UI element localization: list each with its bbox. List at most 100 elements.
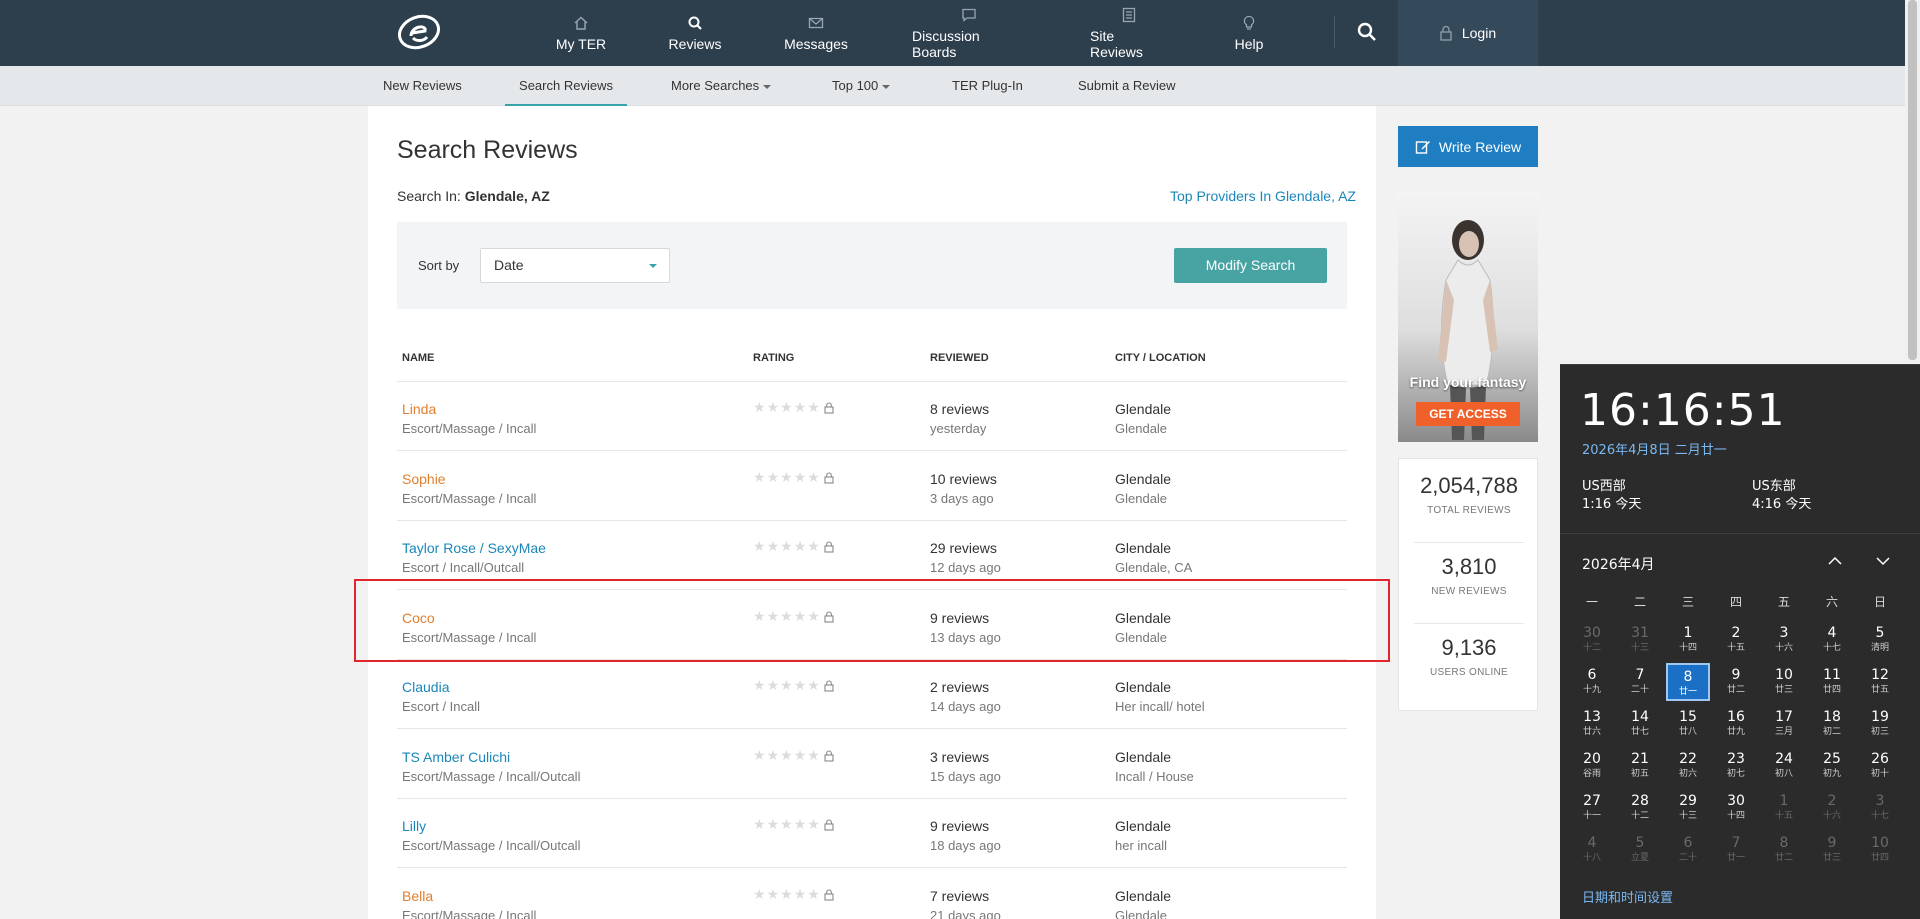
calendar-day[interactable]: 5 清明: [1858, 621, 1902, 659]
city: Glendale: [1115, 471, 1172, 487]
calendar-day[interactable]: 27 十一: [1570, 789, 1614, 827]
header-name: NAME: [402, 352, 435, 364]
calendar-day[interactable]: 24 初八: [1762, 747, 1806, 785]
star-icon: ★: [780, 678, 793, 694]
chevron-up-icon[interactable]: [1825, 551, 1845, 571]
provider-name-link[interactable]: Claudia: [402, 679, 449, 695]
lunar-date: 初六: [1678, 769, 1697, 779]
calendar-day[interactable]: 8 廿二: [1762, 831, 1806, 869]
provider-name-link[interactable]: Taylor Rose / SexyMae: [402, 540, 546, 556]
login-button[interactable]: Login: [1398, 0, 1538, 66]
calendar-day[interactable]: 3 十七: [1858, 789, 1902, 827]
calendar-day[interactable]: 17 三月: [1762, 705, 1806, 743]
chevron-down-icon[interactable]: [1873, 551, 1893, 571]
lunar-date: 廿二: [1774, 853, 1793, 863]
calendar-day[interactable]: 26 初十: [1858, 747, 1902, 785]
calendar-day[interactable]: 1 十四: [1666, 621, 1710, 659]
calendar-day[interactable]: 11 廿四: [1810, 663, 1854, 701]
subnav-new-reviews[interactable]: New Reviews: [383, 66, 462, 106]
subnav-search-reviews[interactable]: Search Reviews: [505, 66, 627, 106]
calendar-day[interactable]: 6 十九: [1570, 663, 1614, 701]
calendar-day[interactable]: 4 十八: [1570, 831, 1614, 869]
nav-site-reviews[interactable]: Site Reviews: [1090, 0, 1168, 66]
calendar-day[interactable]: 19 初三: [1858, 705, 1902, 743]
provider-type: Escort/Massage / Incall: [402, 630, 537, 645]
lunar-date: 廿一: [1678, 687, 1697, 697]
star-icon: ★: [766, 748, 780, 764]
subnav-submit-review[interactable]: Submit a Review: [1078, 66, 1176, 106]
nav-messages[interactable]: Messages: [784, 0, 848, 66]
provider-name-link[interactable]: Sophie: [402, 471, 446, 487]
search-icon[interactable]: [1355, 20, 1379, 44]
nav-my-ter[interactable]: My TER: [553, 0, 609, 66]
subnav-ter-plugin[interactable]: TER Plug-In: [952, 66, 1023, 106]
calendar-day[interactable]: 2 十六: [1810, 789, 1854, 827]
calendar-day[interactable]: 20 谷雨: [1570, 747, 1614, 785]
calendar-day[interactable]: 4 十七: [1810, 621, 1854, 659]
review-date: 13 days ago: [930, 630, 1001, 645]
get-access-button[interactable]: GET ACCESS: [1416, 402, 1520, 426]
provider-type: Escort / Incall: [402, 699, 481, 714]
provider-name-link[interactable]: Coco: [402, 610, 435, 626]
calendar-day[interactable]: 29 十三: [1666, 789, 1710, 827]
date-time-settings-link[interactable]: 日期和时间设置: [1582, 887, 1673, 906]
ter-logo-icon[interactable]: [397, 14, 441, 50]
calendar-day[interactable]: 7 二十: [1618, 663, 1662, 701]
calendar-day[interactable]: 12 廿五: [1858, 663, 1902, 701]
calendar-day[interactable]: 13 廿六: [1570, 705, 1614, 743]
search-in-label: Search In:: [397, 188, 461, 204]
calendar-day[interactable]: 30 十四: [1714, 789, 1758, 827]
calendar-day[interactable]: 3 十六: [1762, 621, 1806, 659]
city: Glendale: [1115, 818, 1172, 834]
write-review-button[interactable]: Write Review: [1398, 126, 1538, 167]
calendar-day[interactable]: 23 初七: [1714, 747, 1758, 785]
subnav-more-searches[interactable]: More Searches: [671, 66, 772, 106]
calendar-day[interactable]: 18 初二: [1810, 705, 1854, 743]
day-number: 10: [1871, 835, 1889, 851]
calendar-day[interactable]: 2 十五: [1714, 621, 1758, 659]
clock-date-link[interactable]: 2026年4月8日 二月廿一: [1582, 439, 1727, 458]
calendar-day[interactable]: 22 初六: [1666, 747, 1710, 785]
calendar-day[interactable]: 25 初九: [1810, 747, 1854, 785]
calendar-day[interactable]: 15 廿八: [1666, 705, 1710, 743]
calendar-day[interactable]: 30 十二: [1570, 621, 1614, 659]
calendar-day[interactable]: 10 廿三: [1762, 663, 1806, 701]
lunar-date: 十四: [1726, 811, 1745, 821]
review-count: 10 reviews: [930, 471, 997, 487]
day-number: 31: [1631, 625, 1649, 641]
nav-discussion-boards[interactable]: Discussion Boards: [912, 0, 1026, 66]
calendar-day[interactable]: 1 十五: [1762, 789, 1806, 827]
calendar-day[interactable]: 7 廿一: [1714, 831, 1758, 869]
day-number: 16: [1727, 709, 1745, 725]
calendar-day[interactable]: 31 十三: [1618, 621, 1662, 659]
calendar-day[interactable]: 5 立夏: [1618, 831, 1662, 869]
calendar-day[interactable]: 6 二十: [1666, 831, 1710, 869]
nav-reviews[interactable]: Reviews: [668, 0, 722, 66]
subnav-top-100[interactable]: Top 100: [832, 66, 891, 106]
provider-name-link[interactable]: TS Amber Culichi: [402, 749, 510, 765]
provider-name-link[interactable]: Bella: [402, 888, 433, 904]
main-content: Search Reviews Search In: Glendale, AZ T…: [368, 106, 1376, 919]
modify-search-button[interactable]: Modify Search: [1174, 248, 1327, 283]
sort-select[interactable]: Date: [480, 248, 670, 283]
nav-help[interactable]: Help: [1232, 0, 1266, 66]
calendar-day[interactable]: 10 廿四: [1858, 831, 1902, 869]
provider-name-link[interactable]: Lilly: [402, 818, 426, 834]
stat-value: 3,810: [1441, 554, 1497, 579]
provider-name-link[interactable]: Linda: [402, 401, 436, 417]
rating-stars: ★ ★ ★ ★ ★: [753, 539, 834, 555]
calendar-month-title[interactable]: 2026年4月: [1582, 554, 1655, 574]
ad-banner[interactable]: Find your fantasy GET ACCESS: [1398, 192, 1538, 442]
calendar-day[interactable]: 21 初五: [1618, 747, 1662, 785]
calendar-day[interactable]: 9 廿三: [1810, 831, 1854, 869]
calendar-day-today[interactable]: 8 廿一: [1666, 663, 1710, 701]
rating-stars: ★ ★ ★ ★ ★: [753, 400, 834, 416]
calendar-day[interactable]: 16 廿九: [1714, 705, 1758, 743]
calendar-day[interactable]: 14 廿七: [1618, 705, 1662, 743]
top-providers-link[interactable]: Top Providers In Glendale, AZ: [1170, 188, 1356, 204]
calendar-day[interactable]: 28 十二: [1618, 789, 1662, 827]
nav-label: Help: [1234, 35, 1264, 52]
scrollbar-thumb[interactable]: [1908, 0, 1917, 360]
calendar-day[interactable]: 9 廿二: [1714, 663, 1758, 701]
day-number: 12: [1871, 667, 1889, 683]
